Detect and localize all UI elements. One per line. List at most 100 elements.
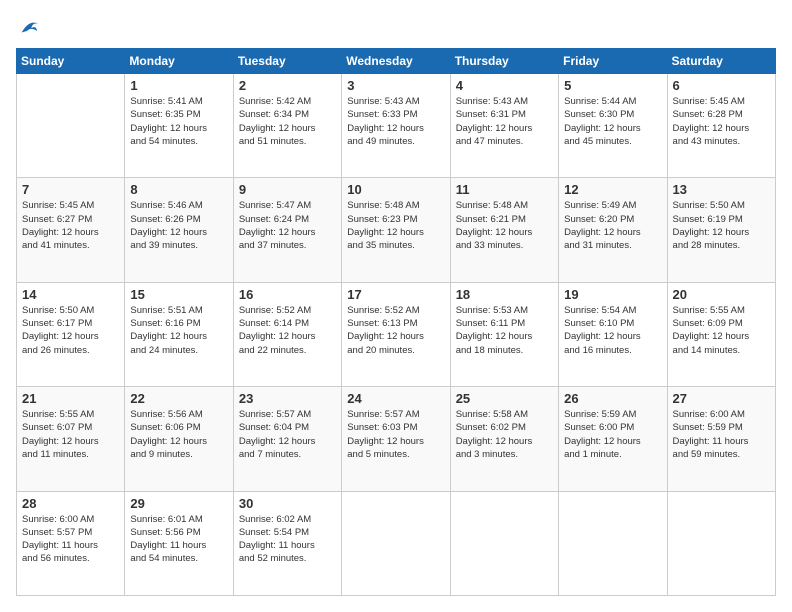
cell-info: Sunrise: 5:55 AM Sunset: 6:07 PM Dayligh… bbox=[22, 408, 119, 461]
calendar-cell: 18 Sunrise: 5:53 AM Sunset: 6:11 PM Dayli… bbox=[450, 282, 558, 386]
day-number: 14 bbox=[22, 287, 119, 302]
header-row: SundayMondayTuesdayWednesdayThursdayFrid… bbox=[17, 49, 776, 74]
calendar-cell: 30Sunrise: 6:02 AM Sunset: 5:54 PM Dayli… bbox=[233, 491, 341, 595]
day-number: 2 bbox=[239, 78, 336, 93]
day-number: 12 bbox=[564, 182, 661, 197]
calendar-cell: 27 Sunrise: 6:00 AM Sunset: 5:59 PM Dayli… bbox=[667, 387, 775, 491]
calendar-cell: 28Sunrise: 6:00 AM Sunset: 5:57 PM Dayli… bbox=[17, 491, 125, 595]
week-row-1: 1 Sunrise: 5:41 AM Sunset: 6:35 PM Daylig… bbox=[17, 74, 776, 178]
calendar-cell: 13 Sunrise: 5:50 AM Sunset: 6:19 PM Dayli… bbox=[667, 178, 775, 282]
day-number: 6 bbox=[673, 78, 770, 93]
week-row-2: 7 Sunrise: 5:45 AM Sunset: 6:27 PM Daylig… bbox=[17, 178, 776, 282]
calendar-cell: 2 Sunrise: 5:42 AM Sunset: 6:34 PM Daylig… bbox=[233, 74, 341, 178]
day-number: 23 bbox=[239, 391, 336, 406]
calendar-cell: 20 Sunrise: 5:55 AM Sunset: 6:09 PM Dayli… bbox=[667, 282, 775, 386]
cell-info: Sunrise: 5:53 AM Sunset: 6:11 PM Dayligh… bbox=[456, 304, 553, 357]
day-number: 17 bbox=[347, 287, 444, 302]
cell-info: Sunrise: 5:41 AM Sunset: 6:35 PM Dayligh… bbox=[130, 95, 227, 148]
cell-info: Sunrise: 5:51 AM Sunset: 6:16 PM Dayligh… bbox=[130, 304, 227, 357]
day-number: 21 bbox=[22, 391, 119, 406]
cell-info: Sunrise: 5:45 AM Sunset: 6:28 PM Dayligh… bbox=[673, 95, 770, 148]
header-cell-saturday: Saturday bbox=[667, 49, 775, 74]
header-cell-wednesday: Wednesday bbox=[342, 49, 450, 74]
calendar-cell bbox=[559, 491, 667, 595]
header-cell-tuesday: Tuesday bbox=[233, 49, 341, 74]
calendar-cell: 24Sunrise: 5:57 AM Sunset: 6:03 PM Dayli… bbox=[342, 387, 450, 491]
day-number: 16 bbox=[239, 287, 336, 302]
day-number: 7 bbox=[22, 182, 119, 197]
calendar-cell: 4Sunrise: 5:43 AM Sunset: 6:31 PM Daylig… bbox=[450, 74, 558, 178]
day-number: 29 bbox=[130, 496, 227, 511]
day-number: 27 bbox=[673, 391, 770, 406]
week-row-3: 14 Sunrise: 5:50 AM Sunset: 6:17 PM Dayli… bbox=[17, 282, 776, 386]
calendar-cell: 17 Sunrise: 5:52 AM Sunset: 6:13 PM Dayli… bbox=[342, 282, 450, 386]
cell-info: Sunrise: 6:00 AM Sunset: 5:59 PM Dayligh… bbox=[673, 408, 770, 461]
calendar-cell: 22 Sunrise: 5:56 AM Sunset: 6:06 PM Dayli… bbox=[125, 387, 233, 491]
calendar-table: SundayMondayTuesdayWednesdayThursdayFrid… bbox=[16, 48, 776, 596]
header-cell-monday: Monday bbox=[125, 49, 233, 74]
cell-info: Sunrise: 5:50 AM Sunset: 6:19 PM Dayligh… bbox=[673, 199, 770, 252]
calendar-cell bbox=[667, 491, 775, 595]
cell-info: Sunrise: 6:01 AM Sunset: 5:56 PM Dayligh… bbox=[130, 513, 227, 566]
day-number: 11 bbox=[456, 182, 553, 197]
header bbox=[16, 16, 776, 38]
day-number: 19 bbox=[564, 287, 661, 302]
day-number: 26 bbox=[564, 391, 661, 406]
logo-icon bbox=[18, 16, 40, 38]
cell-info: Sunrise: 5:50 AM Sunset: 6:17 PM Dayligh… bbox=[22, 304, 119, 357]
day-number: 3 bbox=[347, 78, 444, 93]
day-number: 13 bbox=[673, 182, 770, 197]
cell-info: Sunrise: 5:57 AM Sunset: 6:04 PM Dayligh… bbox=[239, 408, 336, 461]
calendar-cell: 5Sunrise: 5:44 AM Sunset: 6:30 PM Daylig… bbox=[559, 74, 667, 178]
day-number: 1 bbox=[130, 78, 227, 93]
calendar-cell bbox=[342, 491, 450, 595]
cell-info: Sunrise: 6:00 AM Sunset: 5:57 PM Dayligh… bbox=[22, 513, 119, 566]
cell-info: Sunrise: 5:59 AM Sunset: 6:00 PM Dayligh… bbox=[564, 408, 661, 461]
cell-info: Sunrise: 5:48 AM Sunset: 6:23 PM Dayligh… bbox=[347, 199, 444, 252]
calendar-cell: 25Sunrise: 5:58 AM Sunset: 6:02 PM Dayli… bbox=[450, 387, 558, 491]
cell-info: Sunrise: 5:56 AM Sunset: 6:06 PM Dayligh… bbox=[130, 408, 227, 461]
cell-info: Sunrise: 5:43 AM Sunset: 6:33 PM Dayligh… bbox=[347, 95, 444, 148]
day-number: 8 bbox=[130, 182, 227, 197]
day-number: 25 bbox=[456, 391, 553, 406]
calendar-cell: 16Sunrise: 5:52 AM Sunset: 6:14 PM Dayli… bbox=[233, 282, 341, 386]
calendar-cell: 8 Sunrise: 5:46 AM Sunset: 6:26 PM Daylig… bbox=[125, 178, 233, 282]
calendar-cell: 11 Sunrise: 5:48 AM Sunset: 6:21 PM Dayli… bbox=[450, 178, 558, 282]
day-number: 18 bbox=[456, 287, 553, 302]
cell-info: Sunrise: 5:45 AM Sunset: 6:27 PM Dayligh… bbox=[22, 199, 119, 252]
day-number: 10 bbox=[347, 182, 444, 197]
cell-info: Sunrise: 5:47 AM Sunset: 6:24 PM Dayligh… bbox=[239, 199, 336, 252]
cell-info: Sunrise: 5:48 AM Sunset: 6:21 PM Dayligh… bbox=[456, 199, 553, 252]
cell-info: Sunrise: 5:54 AM Sunset: 6:10 PM Dayligh… bbox=[564, 304, 661, 357]
calendar-cell: 1 Sunrise: 5:41 AM Sunset: 6:35 PM Daylig… bbox=[125, 74, 233, 178]
week-row-4: 21 Sunrise: 5:55 AM Sunset: 6:07 PM Dayli… bbox=[17, 387, 776, 491]
day-number: 15 bbox=[130, 287, 227, 302]
day-number: 22 bbox=[130, 391, 227, 406]
logo bbox=[16, 16, 40, 38]
day-number: 20 bbox=[673, 287, 770, 302]
header-cell-friday: Friday bbox=[559, 49, 667, 74]
calendar-cell: 15 Sunrise: 5:51 AM Sunset: 6:16 PM Dayli… bbox=[125, 282, 233, 386]
cell-info: Sunrise: 5:55 AM Sunset: 6:09 PM Dayligh… bbox=[673, 304, 770, 357]
calendar-cell: 9 Sunrise: 5:47 AM Sunset: 6:24 PM Daylig… bbox=[233, 178, 341, 282]
cell-info: Sunrise: 5:52 AM Sunset: 6:13 PM Dayligh… bbox=[347, 304, 444, 357]
calendar-cell: 12 Sunrise: 5:49 AM Sunset: 6:20 PM Dayli… bbox=[559, 178, 667, 282]
calendar-cell bbox=[17, 74, 125, 178]
cell-info: Sunrise: 6:02 AM Sunset: 5:54 PM Dayligh… bbox=[239, 513, 336, 566]
cell-info: Sunrise: 5:49 AM Sunset: 6:20 PM Dayligh… bbox=[564, 199, 661, 252]
calendar-cell: 14 Sunrise: 5:50 AM Sunset: 6:17 PM Dayli… bbox=[17, 282, 125, 386]
cell-info: Sunrise: 5:57 AM Sunset: 6:03 PM Dayligh… bbox=[347, 408, 444, 461]
calendar-cell: 19 Sunrise: 5:54 AM Sunset: 6:10 PM Dayli… bbox=[559, 282, 667, 386]
calendar-cell: 7 Sunrise: 5:45 AM Sunset: 6:27 PM Daylig… bbox=[17, 178, 125, 282]
page: SundayMondayTuesdayWednesdayThursdayFrid… bbox=[0, 0, 792, 612]
cell-info: Sunrise: 5:42 AM Sunset: 6:34 PM Dayligh… bbox=[239, 95, 336, 148]
cell-info: Sunrise: 5:43 AM Sunset: 6:31 PM Dayligh… bbox=[456, 95, 553, 148]
calendar-cell: 26 Sunrise: 5:59 AM Sunset: 6:00 PM Dayli… bbox=[559, 387, 667, 491]
calendar-cell bbox=[450, 491, 558, 595]
cell-info: Sunrise: 5:46 AM Sunset: 6:26 PM Dayligh… bbox=[130, 199, 227, 252]
calendar-cell: 21 Sunrise: 5:55 AM Sunset: 6:07 PM Dayli… bbox=[17, 387, 125, 491]
header-cell-thursday: Thursday bbox=[450, 49, 558, 74]
day-number: 9 bbox=[239, 182, 336, 197]
cell-info: Sunrise: 5:44 AM Sunset: 6:30 PM Dayligh… bbox=[564, 95, 661, 148]
calendar-cell: 23 Sunrise: 5:57 AM Sunset: 6:04 PM Dayli… bbox=[233, 387, 341, 491]
